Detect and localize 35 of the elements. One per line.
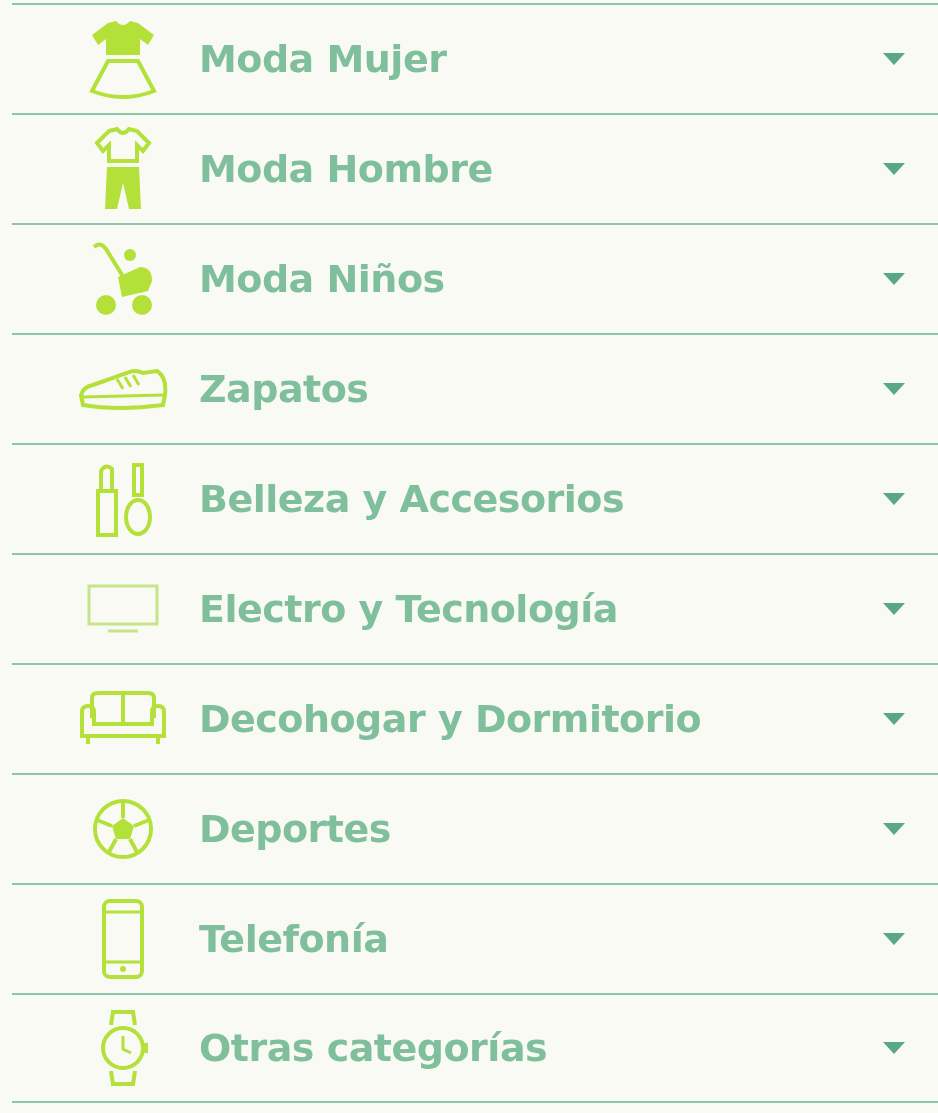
caret-icon bbox=[883, 1042, 905, 1054]
category-item[interactable]: Moda Mujer bbox=[12, 3, 938, 113]
category-label: Otras categorías bbox=[199, 1024, 549, 1072]
dress-icon bbox=[87, 19, 158, 99]
category-item[interactable]: Electro y Tecnología bbox=[12, 553, 938, 663]
category-label: Zapatos bbox=[199, 365, 370, 413]
category-item[interactable]: Decohogar y Dormitorio bbox=[12, 663, 938, 773]
caret-icon bbox=[883, 53, 905, 65]
caret-icon bbox=[883, 273, 905, 285]
caret-icon bbox=[883, 713, 905, 725]
category-label: Moda Niños bbox=[199, 255, 446, 303]
category-item[interactable]: Telefonía bbox=[12, 883, 938, 993]
caret-icon bbox=[883, 823, 905, 835]
caret-icon bbox=[883, 933, 905, 945]
category-item[interactable]: Deportes bbox=[12, 773, 938, 883]
category-item[interactable]: Otras categorías bbox=[12, 993, 938, 1103]
category-label: Electro y Tecnología bbox=[199, 585, 619, 633]
caret-icon bbox=[883, 493, 905, 505]
category-item[interactable]: Moda Niños bbox=[12, 223, 938, 333]
category-label: Decohogar y Dormitorio bbox=[199, 695, 703, 743]
caret-icon bbox=[883, 383, 905, 395]
category-label: Belleza y Accesorios bbox=[199, 475, 625, 523]
category-label: Telefonía bbox=[199, 915, 390, 963]
category-label: Deportes bbox=[199, 805, 392, 853]
category-label: Moda Mujer bbox=[199, 35, 448, 83]
phone-icon bbox=[100, 898, 145, 980]
category-item[interactable]: Belleza y Accesorios bbox=[12, 443, 938, 553]
category-item[interactable]: Zapatos bbox=[12, 333, 938, 443]
clothes-icon bbox=[92, 127, 153, 211]
caret-icon bbox=[883, 603, 905, 615]
category-item[interactable]: Moda Hombre bbox=[12, 113, 938, 223]
category-label: Moda Hombre bbox=[199, 145, 494, 193]
caret-icon bbox=[883, 163, 905, 175]
soccer-ball-icon bbox=[91, 798, 154, 860]
monitor-icon bbox=[85, 583, 160, 635]
